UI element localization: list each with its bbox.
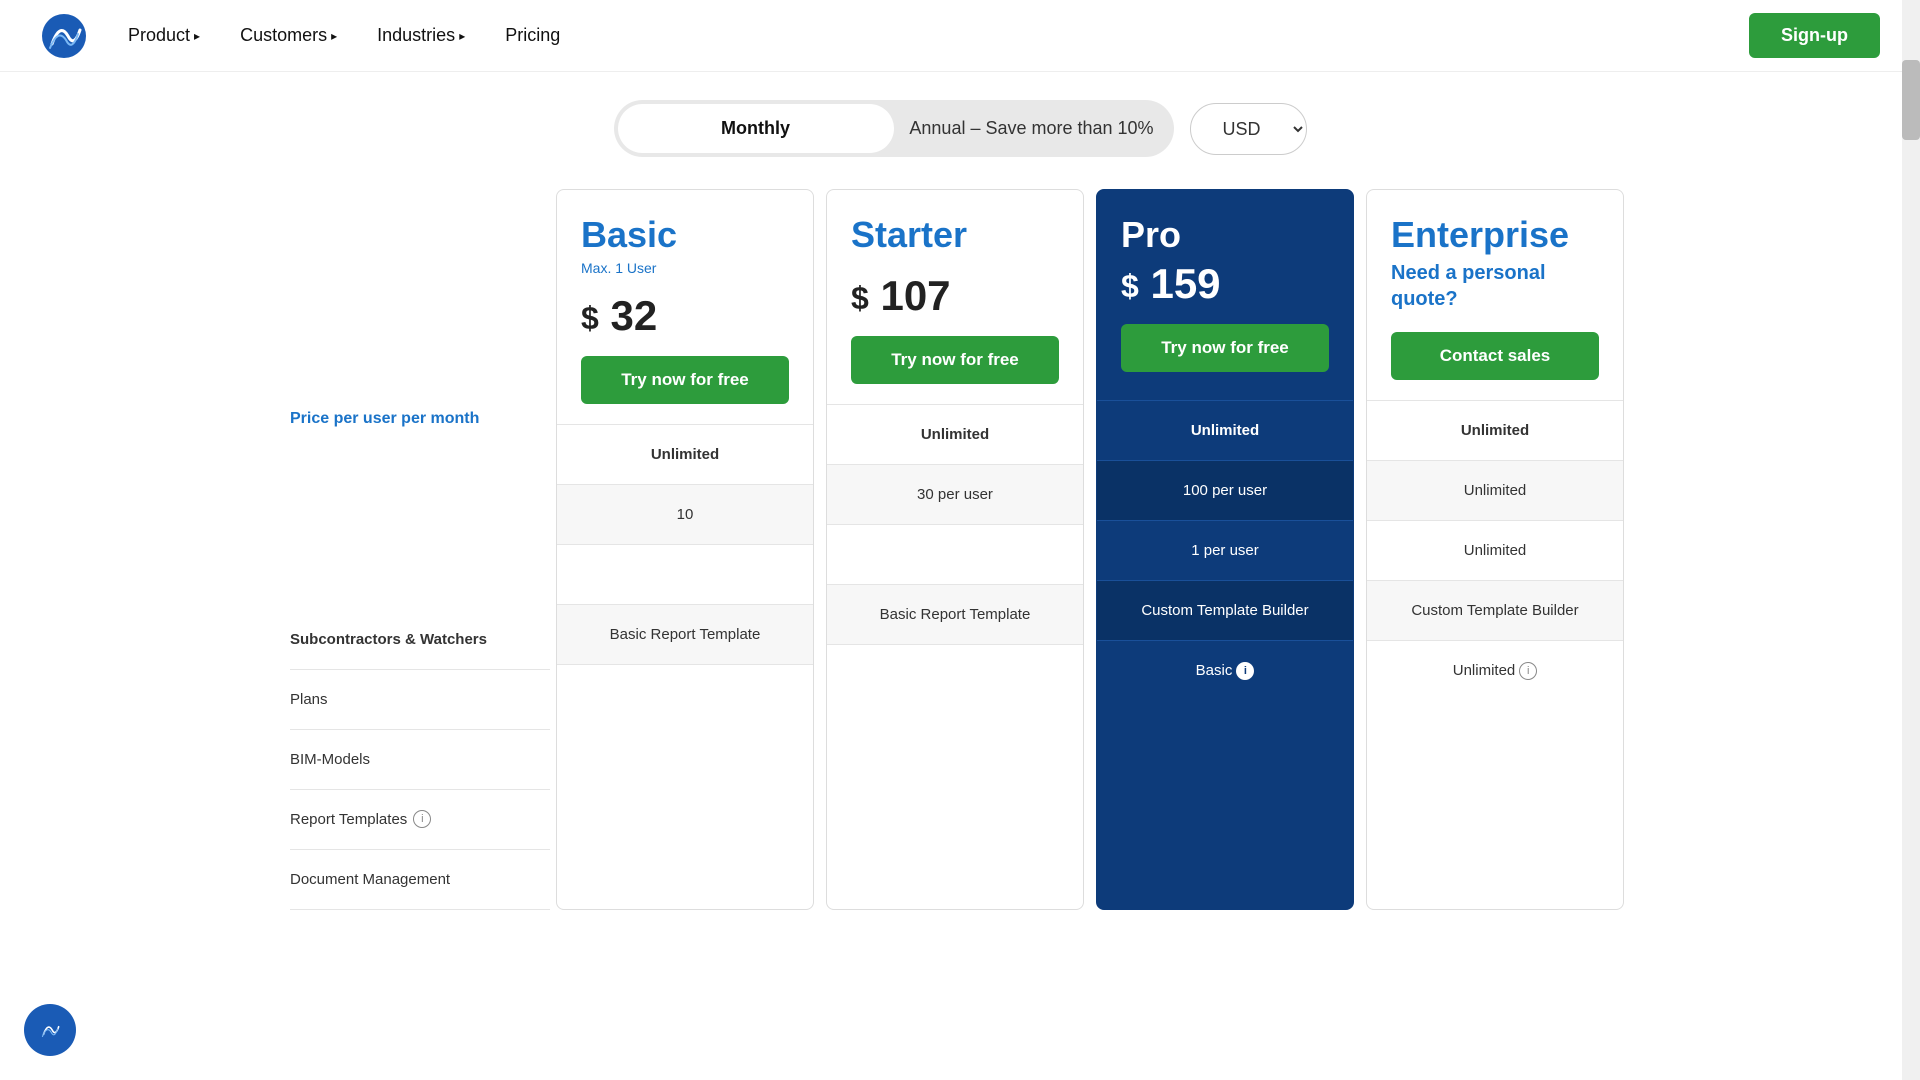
pricing-main: Price per user per month Subcontractors …: [270, 189, 1650, 910]
starter-report-templates: Basic Report Template: [827, 584, 1083, 644]
enterprise-report-templates: Custom Template Builder: [1367, 580, 1623, 640]
report-templates-label: Report Templates i: [290, 790, 550, 850]
plan-enterprise: Enterprise Need a personal quote? Contac…: [1366, 189, 1624, 910]
pro-document-management: Basic i: [1097, 640, 1353, 700]
basic-features: Unlimited 10 Basic Report Template: [557, 424, 813, 909]
chat-button[interactable]: [24, 1004, 76, 1056]
billing-toggle: Monthly Annual – Save more than 10%: [614, 100, 1174, 157]
nav-pricing[interactable]: Pricing: [505, 25, 560, 46]
basic-plan-subtitle: Max. 1 User: [581, 260, 789, 276]
product-arrow-icon: ▸: [194, 29, 200, 43]
chat-icon: [37, 1017, 63, 1043]
enterprise-cta-button[interactable]: Contact sales: [1391, 332, 1599, 380]
nav-customers[interactable]: Customers ▸: [240, 25, 337, 46]
starter-cta-button[interactable]: Try now for free: [851, 336, 1059, 384]
enterprise-plans: Unlimited: [1367, 460, 1623, 520]
pro-features: Unlimited 100 per user 1 per user Custom…: [1097, 400, 1353, 909]
enterprise-quote: Need a personal quote?: [1391, 260, 1599, 312]
nav-links: Product ▸ Customers ▸ Industries ▸ Prici…: [128, 25, 1749, 46]
pro-plan-name: Pro: [1121, 214, 1329, 256]
billing-toggle-area: Monthly Annual – Save more than 10% USD …: [360, 100, 1560, 157]
plans-label: Plans: [290, 670, 550, 730]
starter-plans: 30 per user: [827, 464, 1083, 524]
navbar: Product ▸ Customers ▸ Industries ▸ Prici…: [0, 0, 1920, 72]
basic-cta-button[interactable]: Try now for free: [581, 356, 789, 404]
pro-bim-models: 1 per user: [1097, 520, 1353, 580]
pro-plan-price: $ 159: [1121, 260, 1329, 308]
industries-arrow-icon: ▸: [459, 29, 465, 43]
plan-basic: Basic Max. 1 User $ 32 Try now for free …: [556, 189, 814, 910]
currency-select[interactable]: USD EUR GBP: [1190, 103, 1307, 155]
plans-container: Basic Max. 1 User $ 32 Try now for free …: [550, 189, 1630, 910]
feature-label-column: Price per user per month Subcontractors …: [290, 189, 550, 910]
starter-features: Unlimited 30 per user Basic Report Templ…: [827, 404, 1083, 909]
pro-report-templates: Custom Template Builder: [1097, 580, 1353, 640]
basic-report-templates: Basic Report Template: [557, 604, 813, 664]
enterprise-header: Enterprise Need a personal quote? Contac…: [1367, 190, 1623, 400]
bim-models-label: BIM-Models: [290, 730, 550, 790]
scrollbar-thumb[interactable]: [1902, 60, 1920, 140]
enterprise-plan-name: Enterprise: [1391, 214, 1599, 256]
starter-bim-models: [827, 524, 1083, 584]
basic-plans: 10: [557, 484, 813, 544]
starter-document-management: [827, 644, 1083, 704]
starter-subcontractors: Unlimited: [827, 404, 1083, 464]
enterprise-features: Unlimited Unlimited Unlimited Custom Tem…: [1367, 400, 1623, 909]
enterprise-doc-info-icon[interactable]: i: [1519, 662, 1537, 680]
enterprise-document-management: Unlimited i: [1367, 640, 1623, 700]
price-per-user-label: Price per user per month: [290, 409, 550, 430]
annual-toggle-button[interactable]: Annual – Save more than 10%: [894, 104, 1170, 153]
starter-plan-name: Starter: [851, 214, 1059, 256]
monthly-toggle-button[interactable]: Monthly: [618, 104, 894, 153]
starter-header: Starter $ 107 Try now for free: [827, 190, 1083, 404]
pro-header: Pro $ 159 Try now for free: [1097, 190, 1353, 400]
basic-subcontractors: Unlimited: [557, 424, 813, 484]
nav-industries[interactable]: Industries ▸: [377, 25, 465, 46]
starter-plan-price: $ 107: [851, 272, 1059, 320]
document-management-label: Document Management: [290, 850, 550, 910]
pro-subcontractors: Unlimited: [1097, 400, 1353, 460]
basic-plan-name: Basic: [581, 214, 789, 256]
scrollbar[interactable]: [1902, 0, 1920, 1080]
basic-bim-models: [557, 544, 813, 604]
pro-plans: 100 per user: [1097, 460, 1353, 520]
enterprise-subcontractors: Unlimited: [1367, 400, 1623, 460]
report-templates-info-icon[interactable]: i: [413, 810, 431, 828]
plan-pro: Pro $ 159 Try now for free Unlimited 100…: [1096, 189, 1354, 910]
pro-doc-info-icon[interactable]: i: [1236, 662, 1254, 680]
pro-cta-button[interactable]: Try now for free: [1121, 324, 1329, 372]
logo-icon: [40, 12, 88, 60]
signup-button[interactable]: Sign-up: [1749, 13, 1880, 58]
customers-arrow-icon: ▸: [331, 29, 337, 43]
subcontractors-label: Subcontractors & Watchers: [290, 610, 550, 670]
enterprise-bim-models: Unlimited: [1367, 520, 1623, 580]
basic-document-management: [557, 664, 813, 724]
basic-header: Basic Max. 1 User $ 32 Try now for free: [557, 190, 813, 424]
basic-plan-price: $ 32: [581, 292, 789, 340]
plan-starter: Starter $ 107 Try now for free Unlimited…: [826, 189, 1084, 910]
nav-product[interactable]: Product ▸: [128, 25, 200, 46]
